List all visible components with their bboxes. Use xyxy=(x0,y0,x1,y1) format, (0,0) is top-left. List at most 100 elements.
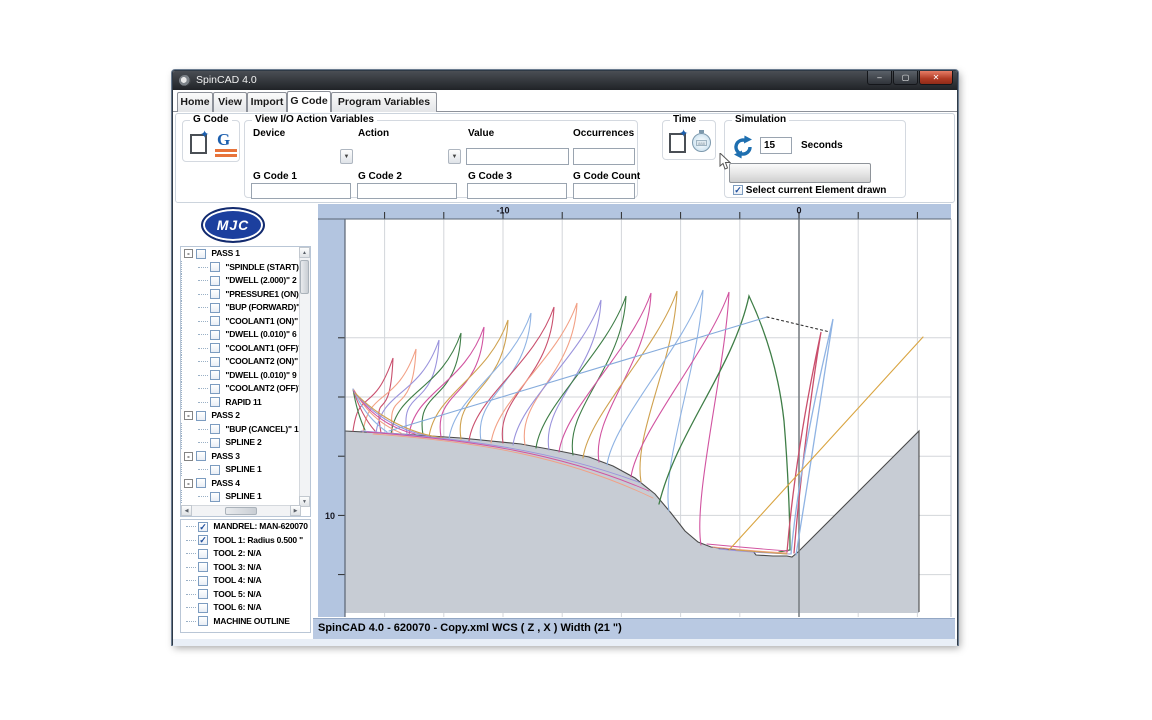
tree-item-label[interactable]: SPLINE 1 xyxy=(225,464,261,474)
layer-item[interactable]: ✓ MANDREL: MAN-620070 xyxy=(181,520,310,534)
expander-icon[interactable]: - xyxy=(184,411,193,420)
layer-label[interactable]: TOOL 1: Radius 0.500 " xyxy=(213,535,303,545)
tree-checkbox[interactable] xyxy=(196,451,206,461)
layer-label[interactable]: MACHINE OUTLINE xyxy=(213,616,289,626)
tree-checkbox[interactable] xyxy=(210,343,220,353)
tab-home[interactable]: Home xyxy=(177,92,213,112)
layer-label[interactable]: MANDREL: MAN-620070 xyxy=(213,521,307,531)
value-input[interactable] xyxy=(466,148,569,165)
tree-item-label[interactable]: "COOLANT1 (OFF)" 7 xyxy=(225,343,308,353)
tree-checkbox[interactable] xyxy=(210,384,220,394)
toolpath-plot[interactable]: -10010 xyxy=(318,204,956,617)
tree-item[interactable]: SPLINE 1 xyxy=(181,463,310,477)
tree-node-label[interactable]: PASS 4 xyxy=(211,478,239,488)
gcode3-input[interactable] xyxy=(467,183,567,199)
scroll-thumb[interactable] xyxy=(225,507,257,515)
tree-checkbox[interactable] xyxy=(210,357,220,367)
tree-item[interactable]: "DWELL (2.000)" 2 xyxy=(181,274,310,288)
layer-item[interactable]: TOOL 4: N/A xyxy=(181,574,310,588)
layer-checkbox[interactable] xyxy=(198,589,208,599)
tree-item[interactable]: RAPID 11 xyxy=(181,396,310,410)
scroll-right-button[interactable]: ▶ xyxy=(290,505,301,516)
tree-item-label[interactable]: "DWELL (0.010)" 9 xyxy=(225,370,296,380)
tree-item-label[interactable]: "COOLANT2 (ON)" 8 xyxy=(225,356,304,366)
layer-label[interactable]: TOOL 5: N/A xyxy=(213,589,261,599)
layer-item[interactable]: TOOL 6: N/A xyxy=(181,601,310,615)
expander-icon[interactable]: - xyxy=(184,452,193,461)
tree-item-label[interactable]: "PRESSURE1 (ON)" 3 xyxy=(225,289,309,299)
tree-node[interactable]: - PASS 1 xyxy=(181,247,310,261)
tree-node-label[interactable]: PASS 2 xyxy=(211,410,239,420)
tree-checkbox[interactable] xyxy=(210,289,220,299)
tab-view[interactable]: View xyxy=(213,92,247,112)
scroll-thumb[interactable] xyxy=(300,260,309,294)
gcode-count-input[interactable] xyxy=(573,183,635,199)
tab-import[interactable]: Import xyxy=(247,92,287,112)
layer-item[interactable]: TOOL 5: N/A xyxy=(181,588,310,602)
tree-item[interactable]: SPLINE 2 xyxy=(181,436,310,450)
tree-checkbox[interactable] xyxy=(210,492,220,502)
select-element-checkbox[interactable]: ✓ xyxy=(733,185,743,195)
scroll-left-button[interactable]: ◀ xyxy=(181,505,192,516)
layer-checkbox[interactable]: ✓ xyxy=(198,522,208,532)
tree-item[interactable]: "PRESSURE1 (ON)" 3 xyxy=(181,288,310,302)
tree-checkbox[interactable] xyxy=(210,465,220,475)
tree-item[interactable]: "DWELL (0.010)" 9 xyxy=(181,369,310,383)
run-simulation-icon[interactable] xyxy=(731,135,755,159)
tree-item[interactable]: "BUP (CANCEL)" 1 xyxy=(181,423,310,437)
action-dropdown[interactable]: ▼ xyxy=(448,149,461,164)
tree-checkbox[interactable] xyxy=(210,397,220,407)
expander-icon[interactable]: - xyxy=(184,479,193,488)
tree-node-label[interactable]: PASS 3 xyxy=(211,451,239,461)
device-dropdown[interactable]: ▼ xyxy=(340,149,353,164)
seconds-input[interactable]: 15 xyxy=(760,137,792,154)
close-button[interactable]: ✕ xyxy=(919,71,953,85)
layer-checkbox[interactable]: ✓ xyxy=(198,535,208,545)
tree-item-label[interactable]: SPLINE 1 xyxy=(225,491,261,501)
tree-checkbox[interactable] xyxy=(210,276,220,286)
new-gcode-document-icon[interactable]: ✦ xyxy=(190,134,207,154)
title-bar[interactable]: SpinCAD 4.0 – ▢ ✕ xyxy=(173,71,957,90)
tree-checkbox[interactable] xyxy=(210,303,220,313)
minimize-button[interactable]: – xyxy=(867,71,892,85)
tree-item[interactable]: "COOLANT2 (OFF)" 10 xyxy=(181,382,310,396)
tree-checkbox[interactable] xyxy=(210,330,220,340)
maximize-button[interactable]: ▢ xyxy=(893,71,918,85)
tree-horizontal-scrollbar[interactable]: ◀ ▶ xyxy=(181,505,301,516)
tree-item-label[interactable]: "SPINDLE (START)" 1 xyxy=(225,262,309,272)
occurrences-input[interactable] xyxy=(573,148,635,165)
tab-program-variables[interactable]: Program Variables xyxy=(331,92,437,112)
layer-item[interactable]: TOOL 2: N/A xyxy=(181,547,310,561)
tree-node-label[interactable]: PASS 1 xyxy=(211,248,239,258)
tree-item-label[interactable]: "COOLANT2 (OFF)" 10 xyxy=(225,383,310,393)
tree-item-label[interactable]: "BUP (FORWARD)" 4 xyxy=(225,302,306,312)
tree-node[interactable]: - PASS 2 xyxy=(181,409,310,423)
tree-node[interactable]: - PASS 4 xyxy=(181,477,310,491)
layer-item[interactable]: TOOL 3: N/A xyxy=(181,561,310,575)
layer-label[interactable]: TOOL 2: N/A xyxy=(213,548,261,558)
layer-label[interactable]: TOOL 6: N/A xyxy=(213,602,261,612)
tree-vertical-scrollbar[interactable]: ▲ ▼ xyxy=(299,247,310,507)
tree-checkbox[interactable] xyxy=(196,249,206,259)
tree-item[interactable]: "COOLANT1 (OFF)" 7 xyxy=(181,342,310,356)
tree-item[interactable]: SPLINE 1 xyxy=(181,490,310,504)
layer-checkbox[interactable] xyxy=(198,562,208,572)
tab-g-code[interactable]: G Code xyxy=(287,91,331,112)
tree-item-label[interactable]: "DWELL (2.000)" 2 xyxy=(225,275,296,285)
tree-node[interactable]: - PASS 3 xyxy=(181,450,310,464)
tree-checkbox[interactable] xyxy=(210,262,220,272)
tree-item[interactable]: "BUP (FORWARD)" 4 xyxy=(181,301,310,315)
tree-checkbox[interactable] xyxy=(210,316,220,326)
layer-checkbox[interactable] xyxy=(198,576,208,586)
tree-item-label[interactable]: "DWELL (0.010)" 6 xyxy=(225,329,296,339)
tree-checkbox[interactable] xyxy=(196,478,206,488)
generate-gcode-icon[interactable]: G xyxy=(215,134,237,156)
tree-item[interactable]: "DWELL (0.010)" 6 xyxy=(181,328,310,342)
layer-checkbox[interactable] xyxy=(198,616,208,626)
gcode1-input[interactable] xyxy=(251,183,351,199)
gcode2-input[interactable] xyxy=(357,183,457,199)
layer-checkbox[interactable] xyxy=(198,549,208,559)
layer-label[interactable]: TOOL 4: N/A xyxy=(213,575,261,585)
select-element-label[interactable]: Select current Element drawn xyxy=(746,185,887,196)
tree-item-label[interactable]: RAPID 11 xyxy=(225,397,261,407)
